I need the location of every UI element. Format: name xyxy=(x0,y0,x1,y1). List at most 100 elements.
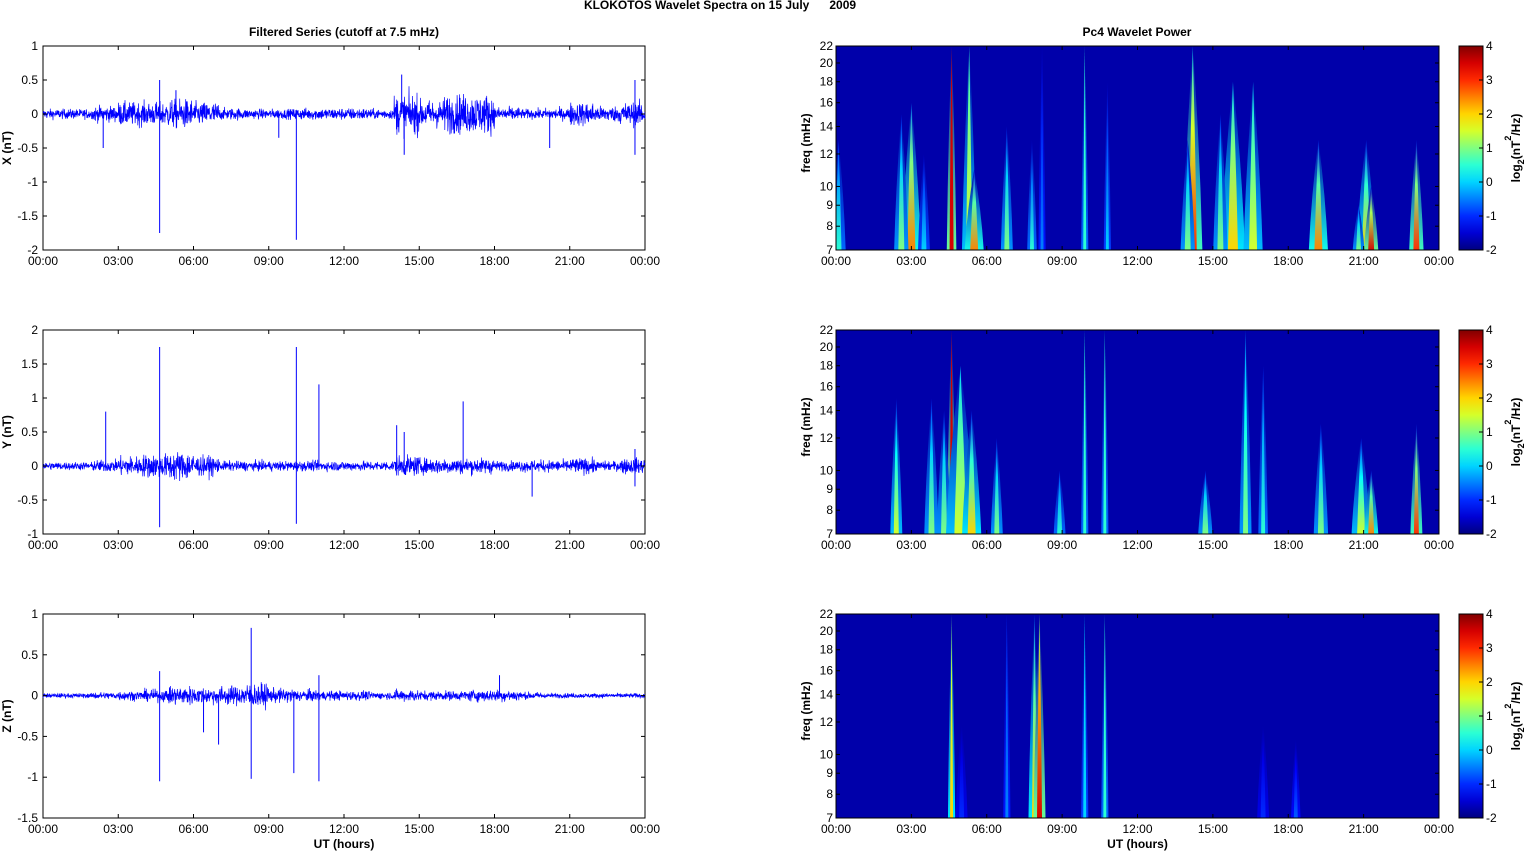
x-tick-label: 21:00 xyxy=(1349,254,1379,268)
freq-tick-label: 16 xyxy=(820,664,834,678)
x-tick-label: 03:00 xyxy=(896,822,926,836)
x-tick-label: 15:00 xyxy=(404,538,434,552)
y-tick-label: 2 xyxy=(31,323,38,337)
colorbar-tick-label: 0 xyxy=(1486,743,1493,757)
freq-tick-label: 22 xyxy=(820,39,834,53)
colorbar-tick-label: 4 xyxy=(1486,323,1493,337)
x-tick-label: 00:00 xyxy=(630,538,660,552)
time-series-panel-x: 10.50-0.5-1-1.5-2X (nT)00:00 03:00 06:00 09… xyxy=(0,39,660,268)
freq-tick-label: 9 xyxy=(826,198,833,212)
y-tick-label: -0.5 xyxy=(17,141,38,155)
time-series-panel-y: 21.510.50-0.5-1Y (nT)00:00 03:00 06:00 09:0… xyxy=(0,323,660,552)
x-tick-label: 15:00 xyxy=(404,254,434,268)
colorbar-tick-label: -1 xyxy=(1486,493,1497,507)
y-tick-label: 0 xyxy=(31,459,38,473)
x-tick-label: 21:00 xyxy=(555,538,585,552)
figure-title: KLOKOTOS Wavelet Spectra on 15 July 2009 xyxy=(584,0,856,12)
x-tick-label: 03:00 xyxy=(103,254,133,268)
freq-axis-label: freq (mHz) xyxy=(799,113,813,172)
x-tick-label: 00:00 xyxy=(28,254,58,268)
freq-tick-label: 18 xyxy=(820,643,834,657)
colorbar-label-part: log xyxy=(1509,732,1523,750)
y-tick-label: 0 xyxy=(31,107,38,121)
colorbar-tick-label: -2 xyxy=(1486,811,1497,825)
x-tick-label: 18:00 xyxy=(1273,822,1303,836)
x-tick-label: 00:00 xyxy=(821,254,851,268)
y-tick-label: -1 xyxy=(27,175,38,189)
x-tick-label: 18:00 xyxy=(479,538,509,552)
colorbar-label: log2(nT2/Hz) xyxy=(1503,114,1526,183)
colorbar-label: log2(nT2/Hz) xyxy=(1503,682,1526,751)
colorbar-tick-label: 4 xyxy=(1486,607,1493,621)
wavelet-panel-x: 78910121416182022freq (mHz)00:00 03:00 06:… xyxy=(799,39,1454,268)
x-tick-label: 00:00 xyxy=(821,538,851,552)
freq-tick-label: 22 xyxy=(820,323,834,337)
x-tick-label: 00:00 xyxy=(821,822,851,836)
x-tick-label: 18:00 xyxy=(479,822,509,836)
x-tick-label: 09:00 xyxy=(254,254,284,268)
colorbar-tick-label: -1 xyxy=(1486,209,1497,223)
freq-tick-label: 10 xyxy=(820,179,834,193)
plot-area xyxy=(42,613,646,819)
x-tick-label: 03:00 xyxy=(103,538,133,552)
freq-axis-label: freq (mHz) xyxy=(799,681,813,740)
x-tick-label: 00:00 xyxy=(630,254,660,268)
y-axis-label: Y (nT) xyxy=(0,415,14,449)
freq-tick-label: 22 xyxy=(820,607,834,621)
left-column-title: Filtered Series (cutoff at 7.5 mHz) xyxy=(249,25,439,39)
x-tick-label: 09:00 xyxy=(254,538,284,552)
x-tick-label: 03:00 xyxy=(896,254,926,268)
freq-tick-label: 9 xyxy=(826,482,833,496)
x-tick-label: 15:00 xyxy=(1198,822,1228,836)
right-column-title: Pc4 Wavelet Power xyxy=(1083,25,1192,39)
x-tick-label: 06:00 xyxy=(178,254,208,268)
y-tick-label: -1 xyxy=(27,770,38,784)
y-axis-label: Z (nT) xyxy=(0,699,14,732)
x-tick-label: 21:00 xyxy=(1349,538,1379,552)
colorbar-tick-label: 1 xyxy=(1486,709,1493,723)
x-tick-label: 18:00 xyxy=(1273,538,1303,552)
x-tick-label: 00:00 xyxy=(630,822,660,836)
colorbar-tick-label: 1 xyxy=(1486,425,1493,439)
x-tick-label: 21:00 xyxy=(555,822,585,836)
x-tick-label: 06:00 xyxy=(972,538,1002,552)
y-tick-label: 1 xyxy=(31,391,38,405)
freq-tick-label: 14 xyxy=(820,688,834,702)
freq-tick-label: 18 xyxy=(820,75,834,89)
colorbar-tick-label: 4 xyxy=(1486,39,1493,53)
colorbar-label-part: /Hz) xyxy=(1509,398,1523,420)
freq-tick-label: 14 xyxy=(820,120,834,134)
x-tick-label: 12:00 xyxy=(1122,822,1152,836)
wavelet-panel-y: 78910121416182022freq (mHz)00:00 03:00 06:… xyxy=(799,323,1454,552)
x-tick-label: 00:00 xyxy=(28,822,58,836)
colorbar-tick-label: 0 xyxy=(1486,175,1493,189)
colorbar-label-part: (nT xyxy=(1509,424,1523,443)
y-tick-label: 1 xyxy=(31,39,38,53)
freq-tick-label: 10 xyxy=(820,463,834,477)
freq-tick-label: 9 xyxy=(826,766,833,780)
colorbar-label-part: /Hz) xyxy=(1509,114,1523,136)
plot-area xyxy=(42,329,646,535)
colorbar-label-part: (nT xyxy=(1509,708,1523,727)
x-axis-label: UT (hours) xyxy=(1107,837,1168,851)
y-tick-label: -1.5 xyxy=(17,209,38,223)
wavelet-panel-z: 78910121416182022freq (mHz)00:00 03:00 06:… xyxy=(799,607,1454,836)
x-tick-label: 12:00 xyxy=(1122,254,1152,268)
y-tick-label: 1 xyxy=(31,607,38,621)
x-tick-label: 09:00 xyxy=(1047,538,1077,552)
y-tick-label: 0.5 xyxy=(21,73,38,87)
x-tick-label: 03:00 xyxy=(896,538,926,552)
colorbar-tick-label: 0 xyxy=(1486,459,1493,473)
x-tick-label: 12:00 xyxy=(1122,538,1152,552)
freq-tick-label: 20 xyxy=(820,340,834,354)
freq-axis-label: freq (mHz) xyxy=(799,397,813,456)
freq-tick-label: 20 xyxy=(820,56,834,70)
freq-tick-label: 20 xyxy=(820,624,834,638)
plot-area xyxy=(42,45,646,251)
y-tick-label: -0.5 xyxy=(17,729,38,743)
x-axis-label: UT (hours) xyxy=(314,837,375,851)
x-tick-label: 00:00 xyxy=(28,538,58,552)
x-tick-label: 09:00 xyxy=(1047,254,1077,268)
x-tick-label: 06:00 xyxy=(972,254,1002,268)
freq-tick-label: 16 xyxy=(820,96,834,110)
